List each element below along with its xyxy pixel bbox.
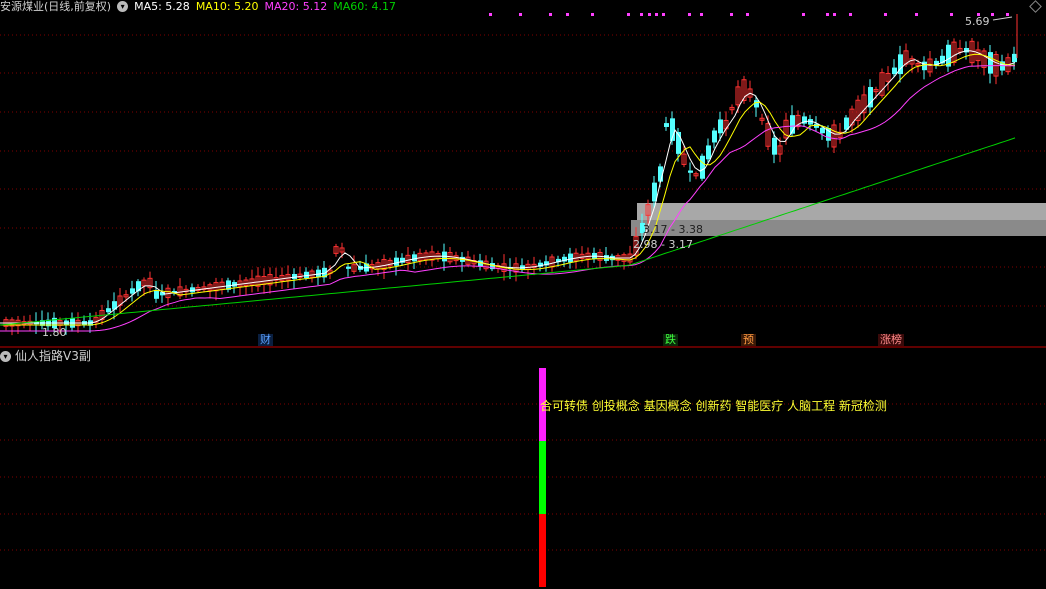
candle-body [892, 67, 897, 75]
sub-panel-title[interactable]: 仙人指路V3副 [15, 349, 91, 363]
signal-dot [826, 13, 829, 16]
candle-body [988, 52, 993, 74]
signal-dot [549, 13, 552, 16]
candle-body [712, 130, 717, 143]
ma10-value: MA10: 5.20 [195, 0, 259, 13]
signal-dots [489, 13, 1009, 16]
signal-dot [746, 13, 749, 16]
candle-body [1012, 53, 1017, 63]
signal-dot [700, 13, 703, 16]
signal-dot [591, 13, 594, 16]
signal-dot [627, 13, 630, 16]
high-price-label: 5.69 [965, 15, 990, 28]
chevron-down-icon[interactable]: ▾ [0, 351, 11, 362]
signal-dot [648, 13, 651, 16]
candle-body [772, 137, 777, 155]
sub-panel-header: ▾ 仙人指路V3副 [0, 349, 91, 363]
ma60-value: MA60: 4.17 [333, 0, 396, 13]
signal-dot [519, 13, 522, 16]
candle-body [820, 127, 825, 134]
ma5-value: MA5: 5.28 [134, 0, 190, 13]
ma20-value: MA20: 5.12 [264, 0, 328, 13]
event-marker-yu[interactable]: 预 [741, 334, 756, 346]
candle-body [394, 257, 399, 266]
signal-dot [566, 13, 569, 16]
indicator-bar-green [539, 441, 546, 514]
signal-dot [915, 13, 918, 16]
event-marker-cai[interactable]: 财 [258, 334, 273, 346]
indicator-bar-red [539, 514, 546, 587]
candle-body [154, 290, 159, 299]
candle-body [922, 61, 927, 71]
stock-title[interactable]: 安源煤业(日线,前复权) [0, 0, 111, 13]
event-marker-zhangbang[interactable]: 涨榜 [878, 334, 904, 346]
candle-body [604, 255, 609, 261]
signal-dot [991, 13, 994, 16]
candle-body [106, 308, 111, 313]
candle-body [964, 47, 969, 53]
event-marker-die[interactable]: 跌 [663, 334, 678, 346]
chevron-down-icon[interactable]: ▾ [117, 1, 129, 12]
candle-body [412, 254, 417, 262]
chart-header: 安源煤业(日线,前复权) ▾ MA5: 5.28 MA10: 5.20 MA20: 5.… [0, 0, 402, 14]
signal-dot [489, 13, 492, 16]
candle-body [568, 253, 573, 263]
moving-average-lines [0, 50, 1016, 332]
signal-dot [688, 13, 691, 16]
signal-dot [950, 13, 953, 16]
low-price-label: 1.80 [42, 326, 67, 339]
signal-dot [802, 13, 805, 16]
signal-dot [833, 13, 836, 16]
candle-body [664, 123, 669, 127]
candle-body [688, 170, 693, 173]
candle-body [754, 100, 759, 108]
gap-upper-label: 3.17 - 3.38 [643, 223, 703, 236]
candle-body [346, 266, 351, 269]
signal-dot [662, 13, 665, 16]
signal-dot [640, 13, 643, 16]
candle-body [130, 288, 135, 294]
signal-dot [1006, 13, 1009, 16]
gap-lower-label: 2.98 - 3.17 [633, 238, 693, 251]
signal-dot [884, 13, 887, 16]
candle-body [706, 145, 711, 160]
high-price-pointer [992, 16, 1013, 21]
signal-dot [849, 13, 852, 16]
gap-zone-upper [637, 203, 1046, 220]
signal-dot [730, 13, 733, 16]
concept-tags: 合可转债 创投概念 基因概念 创新药 智能医疗 人脑工程 新冠检测 [540, 399, 887, 413]
candle-body [718, 119, 723, 134]
signal-dot [655, 13, 658, 16]
candle-body [700, 155, 705, 179]
price-chart[interactable]: 5.69 1.80 3.17 - 3.38 2.98 - 3.17 [0, 0, 1046, 589]
